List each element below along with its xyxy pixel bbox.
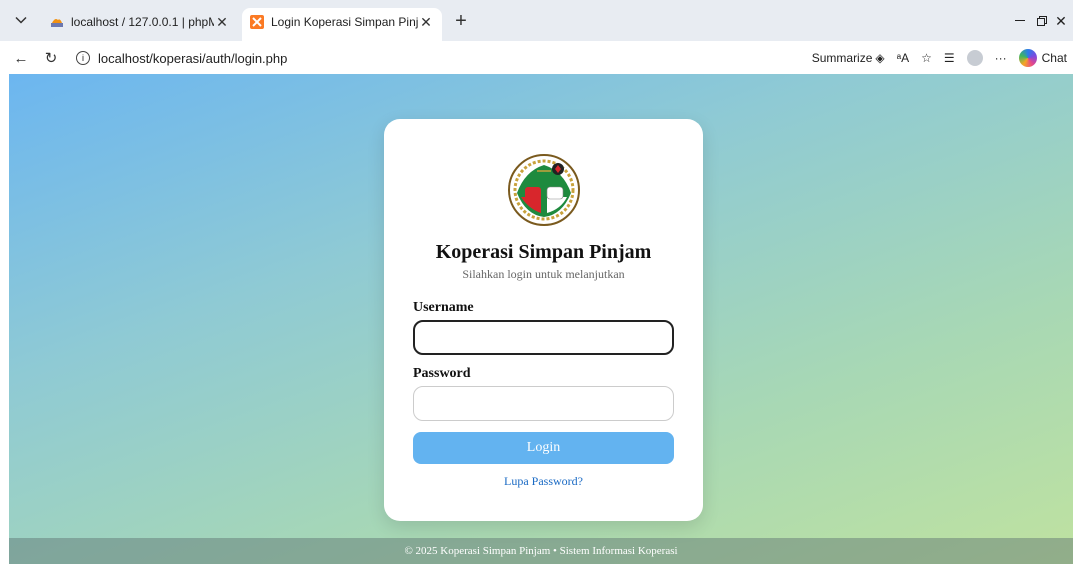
tab-phpmyadmin[interactable]: localhost / 127.0.0.1 | phpMyAdmi ✕ xyxy=(42,8,238,36)
tab-actions-menu-button[interactable] xyxy=(8,8,34,32)
phpmyadmin-icon xyxy=(51,19,63,27)
chevron-down-icon xyxy=(15,16,27,24)
refresh-button[interactable]: ↻ xyxy=(40,47,62,69)
forgot-password-link[interactable]: Lupa Password? xyxy=(384,474,703,489)
login-title: Koperasi Simpan Pinjam xyxy=(435,241,652,263)
footer-text: © 2025 Koperasi Simpan Pinjam • Sistem I… xyxy=(404,545,678,557)
info-icon[interactable]: i xyxy=(76,51,90,65)
more-icon: ··· xyxy=(994,50,1007,65)
copilot-icon xyxy=(1018,48,1037,67)
favorite-button[interactable]: ☆ xyxy=(921,51,932,65)
xampp-icon xyxy=(250,15,264,29)
favorites-list-button[interactable]: ☰ xyxy=(944,51,955,65)
close-icon[interactable]: ✕ xyxy=(418,14,434,31)
more-button[interactable]: ··· xyxy=(995,51,1007,65)
login-subtitle: Silahkan login untuk melanjutkan xyxy=(462,267,625,281)
url-text[interactable]: localhost/koperasi/auth/login.php xyxy=(98,51,287,66)
minimize-icon xyxy=(1015,20,1025,21)
summarize-button[interactable]: Summarize ◈ xyxy=(812,51,885,65)
read-aloud-icon: ᵃA xyxy=(896,50,910,65)
tab-login-koperasi[interactable]: Login Koperasi Simpan Pinjam ✕ xyxy=(242,8,442,41)
tab-title: localhost / 127.0.0.1 | phpMyAdmi xyxy=(71,15,214,29)
summarize-icon: ◈ xyxy=(875,50,885,65)
chat-label: Chat xyxy=(1041,50,1067,65)
summarize-label: Summarize xyxy=(811,50,873,65)
close-icon[interactable]: ✕ xyxy=(214,14,230,31)
login-card: Koperasi Simpan Pinjam Silahkan login un… xyxy=(384,119,703,521)
page-background: Koperasi Simpan Pinjam Silahkan login un… xyxy=(9,74,1073,564)
tab-title: Login Koperasi Simpan Pinjam xyxy=(271,15,418,29)
avatar xyxy=(966,49,983,66)
copilot-chat-button[interactable]: Chat xyxy=(1018,48,1067,67)
window-close-button[interactable]: ✕ xyxy=(1049,10,1073,32)
arrow-left-icon: ← xyxy=(13,49,29,67)
browser-toolbar: ← ↻ i localhost/koperasi/auth/login.php … xyxy=(0,41,1073,74)
restore-icon xyxy=(1037,16,1047,26)
star-icon: ☆ xyxy=(921,50,932,65)
favorites-icon: ☰ xyxy=(943,50,955,65)
close-icon: ✕ xyxy=(1055,12,1067,29)
password-input[interactable] xyxy=(413,386,674,421)
username-label: Username xyxy=(413,300,474,315)
login-button[interactable]: Login xyxy=(413,432,674,464)
toolbar-actions: Summarize ◈ ᵃA ☆ ☰ ··· Chat xyxy=(800,41,1073,74)
password-label: Password xyxy=(413,366,471,381)
minimize-button[interactable] xyxy=(1008,10,1032,32)
browser-tab-strip: localhost / 127.0.0.1 | phpMyAdmi ✕ Logi… xyxy=(0,0,1073,41)
profile-button[interactable] xyxy=(966,49,983,66)
read-aloud-button[interactable]: ᵃA xyxy=(897,51,909,65)
back-button[interactable]: ← xyxy=(10,47,32,69)
new-tab-button[interactable]: + xyxy=(449,10,473,32)
refresh-icon: ↻ xyxy=(44,50,58,67)
koperasi-logo-icon xyxy=(508,154,580,226)
username-input[interactable] xyxy=(413,320,674,355)
page-footer: © 2025 Koperasi Simpan Pinjam • Sistem I… xyxy=(9,538,1073,564)
